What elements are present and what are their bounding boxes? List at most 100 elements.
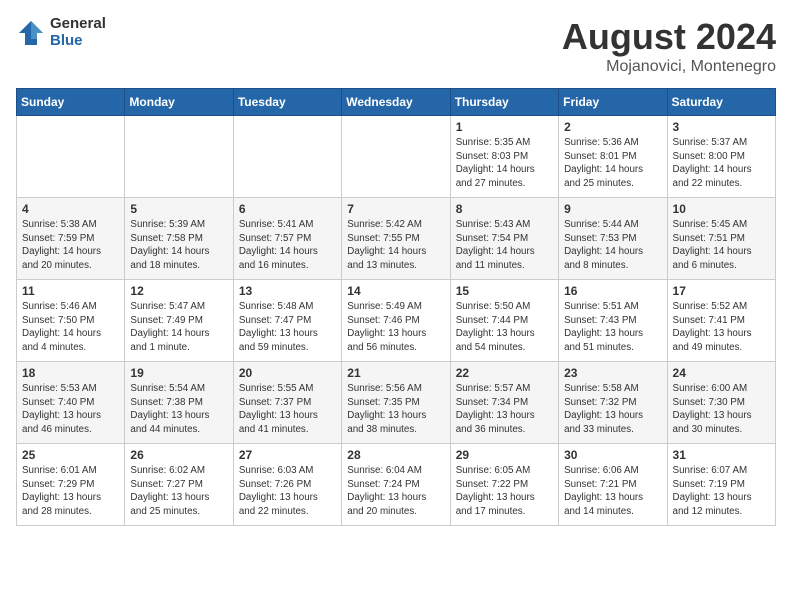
calendar-cell <box>17 116 125 198</box>
calendar-cell: 16 Sunrise: 5:51 AMSunset: 7:43 PMDayligh… <box>559 280 667 362</box>
calendar-cell: 26 Sunrise: 6:02 AMSunset: 7:27 PMDayligh… <box>125 444 233 526</box>
day-number: 16 <box>564 284 661 298</box>
calendar-cell: 8Sunrise: 5:43 AMSunset: 7:54 PMDaylight… <box>450 198 558 280</box>
day-number: 5 <box>130 202 227 216</box>
day-info: Sunrise: 6:04 AMSunset: 7:24 PMDaylight:… <box>347 464 444 519</box>
calendar-cell: 13Sunrise: 5:48 AMSunset: 7:47 PMDayligh… <box>233 280 341 362</box>
day-number: 31 <box>673 448 770 462</box>
logo-general-text: General <box>50 16 106 33</box>
day-number: 7 <box>347 202 444 216</box>
calendar-cell: 11 Sunrise: 5:46 AMSunset: 7:50 PMDayligh… <box>17 280 125 362</box>
calendar-cell: 12 Sunrise: 5:47 AMSunset: 7:49 PMDayligh… <box>125 280 233 362</box>
day-of-week-header: Thursday <box>450 89 558 116</box>
calendar-cell: 24Sunrise: 6:00 AMSunset: 7:30 PMDayligh… <box>667 362 775 444</box>
day-number: 29 <box>456 448 553 462</box>
location-subtitle: Mojanovici, Montenegro <box>562 58 776 76</box>
day-of-week-header: Saturday <box>667 89 775 116</box>
calendar-cell: 15 Sunrise: 5:50 AMSunset: 7:44 PMDayligh… <box>450 280 558 362</box>
calendar-cell: 14Sunrise: 5:49 AMSunset: 7:46 PMDayligh… <box>342 280 450 362</box>
day-info: Sunrise: 5:44 AMSunset: 7:53 PMDaylight:… <box>564 218 661 273</box>
day-info: Sunrise: 5:49 AMSunset: 7:46 PMDaylight:… <box>347 300 444 355</box>
day-info: Sunrise: 5:57 AMSunset: 7:34 PMDaylight:… <box>456 382 553 437</box>
day-info: Sunrise: 5:36 AMSunset: 8:01 PMDaylight:… <box>564 136 661 191</box>
day-number: 13 <box>239 284 336 298</box>
day-number: 19 <box>130 366 227 380</box>
day-number: 11 <box>22 284 119 298</box>
day-number: 28 <box>347 448 444 462</box>
calendar-week-row: 18Sunrise: 5:53 AMSunset: 7:40 PMDayligh… <box>17 362 776 444</box>
day-of-week-header: Tuesday <box>233 89 341 116</box>
calendar-cell: 7 Sunrise: 5:42 AMSunset: 7:55 PMDaylight… <box>342 198 450 280</box>
day-info: Sunrise: 5:52 AMSunset: 7:41 PMDaylight:… <box>673 300 770 355</box>
day-info: Sunrise: 6:07 AMSunset: 7:19 PMDaylight:… <box>673 464 770 519</box>
calendar-cell: 21 Sunrise: 5:56 AMSunset: 7:35 PMDayligh… <box>342 362 450 444</box>
day-info: Sunrise: 6:03 AMSunset: 7:26 PMDaylight:… <box>239 464 336 519</box>
day-info: Sunrise: 5:51 AMSunset: 7:43 PMDaylight:… <box>564 300 661 355</box>
day-of-week-header: Wednesday <box>342 89 450 116</box>
calendar-cell: 28 Sunrise: 6:04 AMSunset: 7:24 PMDayligh… <box>342 444 450 526</box>
calendar-week-row: 4 Sunrise: 5:38 AMSunset: 7:59 PMDaylight… <box>17 198 776 280</box>
day-of-week-header: Monday <box>125 89 233 116</box>
calendar-cell <box>233 116 341 198</box>
day-number: 21 <box>347 366 444 380</box>
day-number: 23 <box>564 366 661 380</box>
calendar-week-row: 11 Sunrise: 5:46 AMSunset: 7:50 PMDayligh… <box>17 280 776 362</box>
calendar-cell: 17 Sunrise: 5:52 AMSunset: 7:41 PMDayligh… <box>667 280 775 362</box>
day-info: Sunrise: 5:41 AMSunset: 7:57 PMDaylight:… <box>239 218 336 273</box>
title-block: August 2024 Mojanovici, Montenegro <box>562 16 776 76</box>
day-info: Sunrise: 5:45 AMSunset: 7:51 PMDaylight:… <box>673 218 770 273</box>
calendar-cell: 25Sunrise: 6:01 AMSunset: 7:29 PMDayligh… <box>17 444 125 526</box>
calendar-cell <box>342 116 450 198</box>
logo-icon <box>16 18 46 48</box>
calendar-table: SundayMondayTuesdayWednesdayThursdayFrid… <box>16 88 776 526</box>
logo: General Blue <box>16 16 106 49</box>
calendar-cell: 10 Sunrise: 5:45 AMSunset: 7:51 PMDayligh… <box>667 198 775 280</box>
day-info: Sunrise: 5:47 AMSunset: 7:49 PMDaylight:… <box>130 300 227 355</box>
day-number: 3 <box>673 120 770 134</box>
day-info: Sunrise: 5:46 AMSunset: 7:50 PMDaylight:… <box>22 300 119 355</box>
calendar-cell <box>125 116 233 198</box>
day-info: Sunrise: 5:56 AMSunset: 7:35 PMDaylight:… <box>347 382 444 437</box>
day-number: 22 <box>456 366 553 380</box>
day-info: Sunrise: 5:39 AMSunset: 7:58 PMDaylight:… <box>130 218 227 273</box>
calendar-cell: 5 Sunrise: 5:39 AMSunset: 7:58 PMDaylight… <box>125 198 233 280</box>
calendar-cell: 2Sunrise: 5:36 AMSunset: 8:01 PMDaylight… <box>559 116 667 198</box>
day-number: 15 <box>456 284 553 298</box>
day-number: 17 <box>673 284 770 298</box>
day-number: 12 <box>130 284 227 298</box>
calendar-cell: 27 Sunrise: 6:03 AMSunset: 7:26 PMDayligh… <box>233 444 341 526</box>
day-info: Sunrise: 5:38 AMSunset: 7:59 PMDaylight:… <box>22 218 119 273</box>
calendar-cell: 22 Sunrise: 5:57 AMSunset: 7:34 PMDayligh… <box>450 362 558 444</box>
day-of-week-header: Friday <box>559 89 667 116</box>
day-info: Sunrise: 5:35 AMSunset: 8:03 PMDaylight:… <box>456 136 553 191</box>
day-info: Sunrise: 5:54 AMSunset: 7:38 PMDaylight:… <box>130 382 227 437</box>
calendar-cell: 1 Sunrise: 5:35 AMSunset: 8:03 PMDaylight… <box>450 116 558 198</box>
day-number: 24 <box>673 366 770 380</box>
day-info: Sunrise: 6:05 AMSunset: 7:22 PMDaylight:… <box>456 464 553 519</box>
day-number: 9 <box>564 202 661 216</box>
day-number: 18 <box>22 366 119 380</box>
calendar-cell: 9 Sunrise: 5:44 AMSunset: 7:53 PMDaylight… <box>559 198 667 280</box>
day-number: 10 <box>673 202 770 216</box>
month-year-title: August 2024 <box>562 16 776 58</box>
calendar-cell: 29 Sunrise: 6:05 AMSunset: 7:22 PMDayligh… <box>450 444 558 526</box>
calendar-cell: 19 Sunrise: 5:54 AMSunset: 7:38 PMDayligh… <box>125 362 233 444</box>
day-number: 4 <box>22 202 119 216</box>
day-number: 20 <box>239 366 336 380</box>
day-info: Sunrise: 6:02 AMSunset: 7:27 PMDaylight:… <box>130 464 227 519</box>
day-info: Sunrise: 5:50 AMSunset: 7:44 PMDaylight:… <box>456 300 553 355</box>
day-number: 1 <box>456 120 553 134</box>
day-number: 27 <box>239 448 336 462</box>
day-number: 25 <box>22 448 119 462</box>
day-info: Sunrise: 6:06 AMSunset: 7:21 PMDaylight:… <box>564 464 661 519</box>
calendar-cell: 30 Sunrise: 6:06 AMSunset: 7:21 PMDayligh… <box>559 444 667 526</box>
calendar-cell: 6Sunrise: 5:41 AMSunset: 7:57 PMDaylight… <box>233 198 341 280</box>
day-number: 30 <box>564 448 661 462</box>
calendar-week-row: 1 Sunrise: 5:35 AMSunset: 8:03 PMDaylight… <box>17 116 776 198</box>
day-number: 26 <box>130 448 227 462</box>
calendar-cell: 20Sunrise: 5:55 AMSunset: 7:37 PMDayligh… <box>233 362 341 444</box>
header-row: SundayMondayTuesdayWednesdayThursdayFrid… <box>17 89 776 116</box>
calendar-cell: 4 Sunrise: 5:38 AMSunset: 7:59 PMDaylight… <box>17 198 125 280</box>
day-info: Sunrise: 5:43 AMSunset: 7:54 PMDaylight:… <box>456 218 553 273</box>
day-info: Sunrise: 5:42 AMSunset: 7:55 PMDaylight:… <box>347 218 444 273</box>
